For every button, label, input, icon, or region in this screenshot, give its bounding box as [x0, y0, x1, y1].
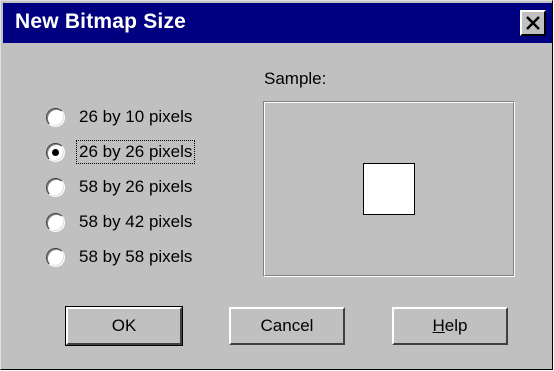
sample-preview-frame [263, 101, 515, 277]
radio-button-selected[interactable] [46, 142, 65, 162]
option-58x26[interactable]: 58 by 26 pixels [46, 173, 194, 201]
help-button[interactable]: Help [392, 307, 508, 345]
ok-button[interactable]: OK [65, 306, 183, 346]
cancel-button[interactable]: Cancel [229, 307, 345, 345]
sample-bitmap-preview [363, 163, 415, 215]
option-58x42[interactable]: 58 by 42 pixels [46, 208, 194, 236]
option-label: 58 by 58 pixels [79, 247, 193, 266]
new-bitmap-size-dialog: New Bitmap Size 26 by 10 pixels 26 by 26… [0, 0, 553, 370]
option-label: 26 by 10 pixels [79, 107, 193, 126]
option-58x58[interactable]: 58 by 58 pixels [46, 243, 194, 271]
radio-button[interactable] [46, 177, 65, 197]
radio-button[interactable] [46, 212, 65, 232]
option-label: 58 by 42 pixels [79, 212, 193, 231]
title-bar[interactable]: New Bitmap Size [3, 3, 552, 43]
radio-button[interactable] [46, 107, 65, 127]
close-icon [526, 16, 540, 30]
radio-button[interactable] [46, 247, 65, 267]
close-button[interactable] [520, 10, 546, 36]
option-26x26[interactable]: 26 by 26 pixels [46, 138, 196, 166]
option-label: 26 by 26 pixels [75, 140, 196, 164]
sample-label: Sample: [264, 69, 327, 88]
option-26x10[interactable]: 26 by 10 pixels [46, 103, 194, 131]
help-label-rest: elp [444, 316, 468, 335]
help-accelerator: H [432, 316, 445, 335]
option-label: 58 by 26 pixels [79, 177, 193, 196]
dialog-title: New Bitmap Size [15, 10, 187, 33]
